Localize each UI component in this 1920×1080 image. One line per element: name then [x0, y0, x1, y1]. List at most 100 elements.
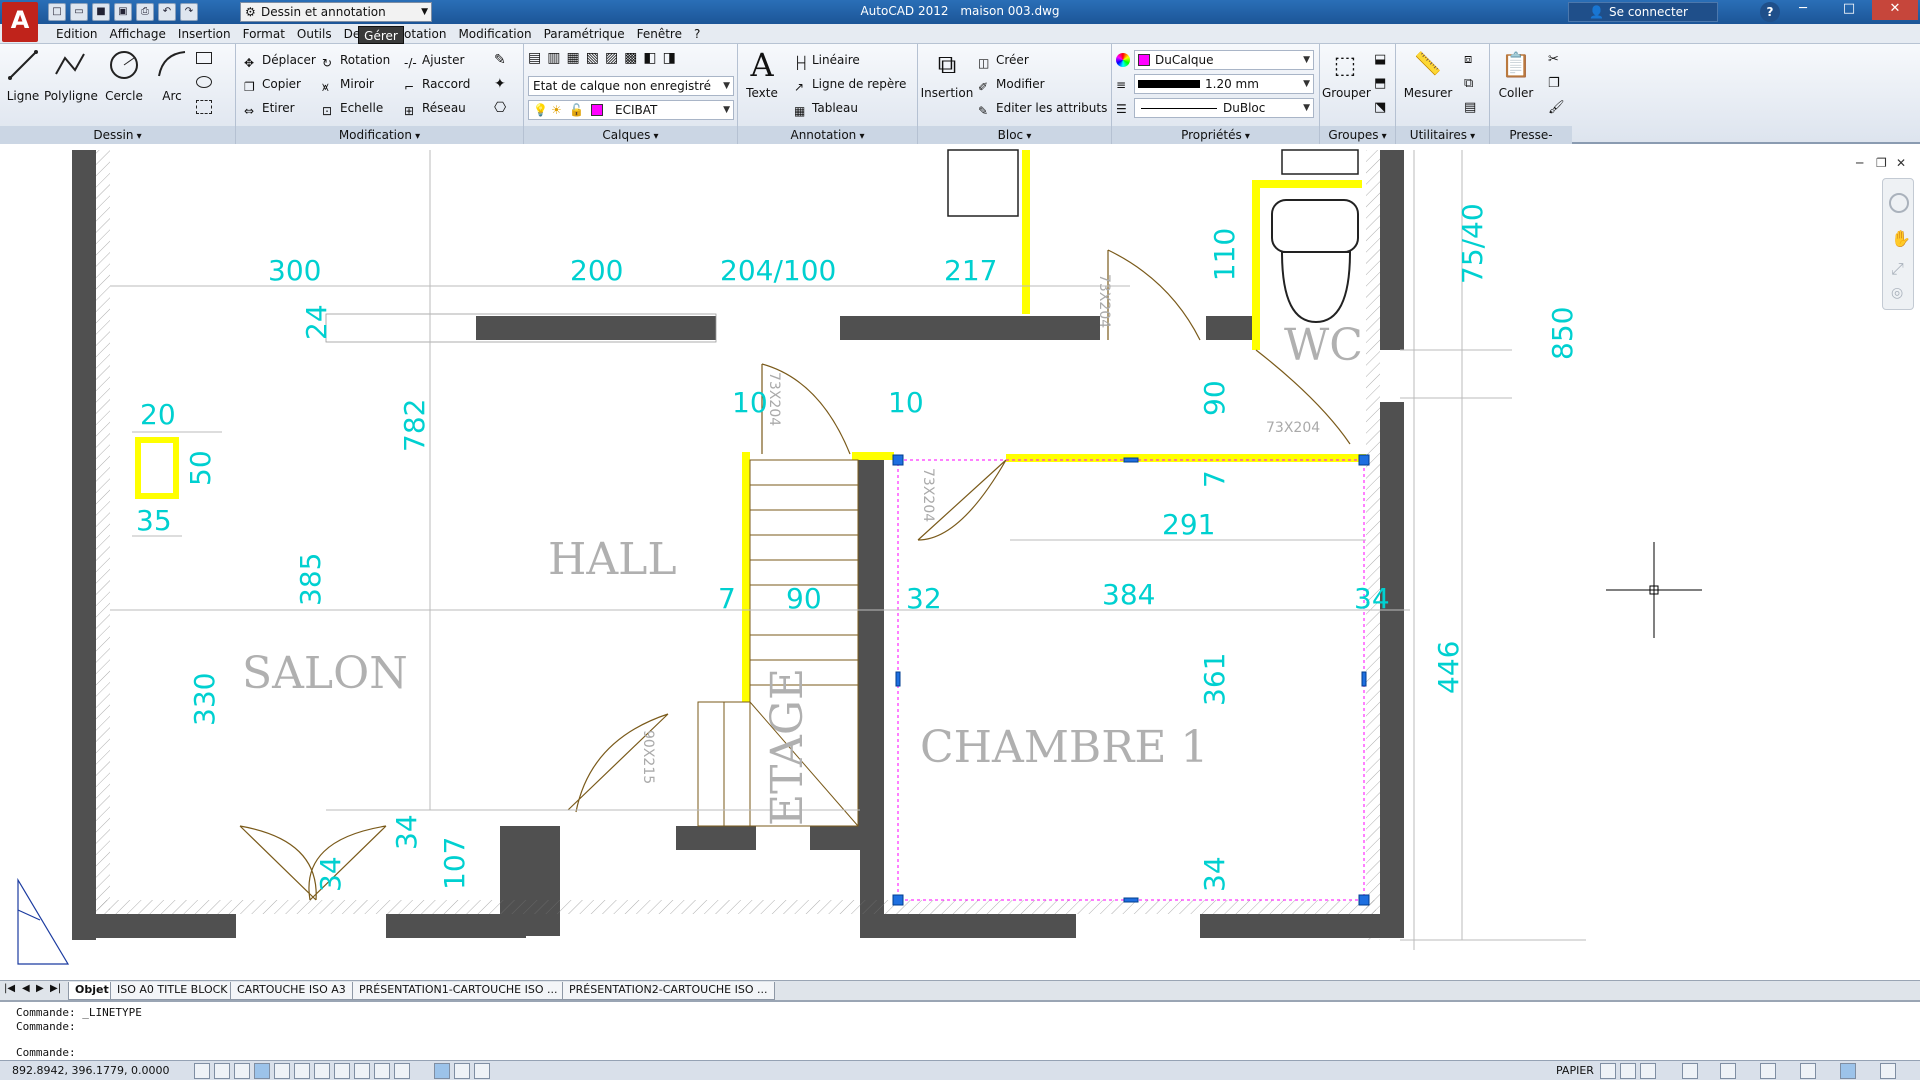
door-arc-2[interactable]	[1107, 249, 1201, 341]
quick-properties-toggle[interactable]	[454, 1063, 470, 1079]
dyn-toggle[interactable]	[374, 1063, 390, 1079]
match-properties-icon[interactable]: 🖌	[1548, 100, 1565, 115]
ducs-toggle[interactable]	[354, 1063, 370, 1079]
create-block-button[interactable]: ◫ Créer	[978, 50, 1029, 70]
tab-nav-first[interactable]: |◀	[4, 983, 15, 994]
grid-toggle[interactable]	[234, 1063, 250, 1079]
menu-parametrique[interactable]: Paramétrique	[538, 26, 631, 42]
sign-in-button[interactable]: 👤 Se connecter	[1568, 2, 1718, 22]
color-dropdown[interactable]: DuCalque	[1134, 50, 1314, 70]
polyline-button[interactable]: Polyligne	[44, 48, 98, 103]
text-button[interactable]: A Texte	[742, 48, 782, 100]
lineweight-dropdown[interactable]: 1.20 mm	[1134, 74, 1314, 94]
tab-nav-last[interactable]: ▶|	[50, 983, 61, 994]
menu-modification[interactable]: Modification	[452, 26, 537, 42]
linetype-dropdown[interactable]: DuBloc	[1134, 98, 1314, 118]
wall-stair[interactable]	[858, 458, 884, 838]
partition-1[interactable]	[476, 316, 716, 340]
menu-edition[interactable]: Edition	[50, 26, 104, 42]
ortho-toggle[interactable]	[254, 1063, 270, 1079]
wc-bowl[interactable]	[1280, 251, 1352, 324]
model-paper-space[interactable]: PAPIER	[1556, 1064, 1594, 1077]
group-edit-icon[interactable]: ⬒	[1374, 76, 1386, 91]
region-icon[interactable]	[196, 100, 212, 114]
selection-cycling-toggle[interactable]	[474, 1063, 490, 1079]
infer-constraints-toggle[interactable]	[194, 1063, 210, 1079]
wall-bottom-7[interactable]	[860, 914, 1076, 938]
panel-dessin-label[interactable]: Dessin	[0, 126, 235, 144]
group-button[interactable]: ⬚ Grouper	[1322, 48, 1371, 100]
orbit-icon[interactable]: ◎	[1891, 285, 1903, 301]
tab-objet[interactable]: Objet	[68, 982, 116, 1000]
wall-bottom-3[interactable]	[500, 826, 560, 936]
menu-format[interactable]: Format	[237, 26, 291, 42]
calculator-icon[interactable]: ▤	[1464, 100, 1476, 115]
rectangle-icon[interactable]	[196, 52, 212, 64]
3d-osnap-toggle[interactable]	[314, 1063, 330, 1079]
layer-dropdown[interactable]: 💡 ☀ 🔓 ECIBAT	[528, 100, 734, 120]
snap-toggle[interactable]	[214, 1063, 230, 1079]
layer-match-icon[interactable]: ◧	[643, 50, 656, 66]
panel-groupes-label[interactable]: Groupes	[1320, 126, 1395, 144]
layer-state-dropdown[interactable]: Etat de calque non enregistré	[528, 76, 734, 96]
command-window[interactable]: Commande: _LINETYPE Commande: Commande:	[0, 1000, 1920, 1060]
clipboard-copy-icon[interactable]: ❐	[1548, 76, 1560, 91]
hatch-icon[interactable]	[196, 76, 212, 88]
edit-attributes-button[interactable]: ✎ Editer les attributs	[978, 98, 1107, 118]
tab-cartouche-a3[interactable]: CARTOUCHE ISO A3	[230, 982, 353, 1000]
selected-wall-2[interactable]	[1252, 180, 1260, 350]
ungroup-icon[interactable]: ⬓	[1374, 52, 1386, 67]
layer-off-icon[interactable]: ▨	[605, 50, 618, 66]
clean-screen-button[interactable]	[1880, 1063, 1896, 1079]
select-all-icon[interactable]: ⧉	[1464, 76, 1473, 91]
transparency-toggle[interactable]	[434, 1063, 450, 1079]
layer-properties-icon[interactable]: ▤	[528, 50, 541, 66]
erase-icon[interactable]: ✎	[494, 52, 506, 68]
panel-calques-label[interactable]: Calques	[524, 126, 737, 144]
selected-wall-5[interactable]	[742, 452, 750, 702]
layer-freeze-icon[interactable]: ▧	[586, 50, 599, 66]
help-button[interactable]: ?	[1760, 2, 1780, 22]
pan-status-button[interactable]	[1640, 1063, 1656, 1079]
steering-wheel-icon[interactable]	[1889, 193, 1909, 213]
wall-left[interactable]	[72, 150, 96, 940]
application-menu-logo[interactable]: A	[2, 2, 38, 42]
lineweight-toggle[interactable]	[394, 1063, 410, 1079]
minimize-button[interactable]: ─	[1780, 0, 1826, 20]
tab-iso-a0[interactable]: ISO A0 TITLE BLOCK	[110, 982, 235, 1000]
cut-icon[interactable]: ✂	[1548, 52, 1559, 67]
menu-help[interactable]: ?	[688, 26, 706, 42]
quick-view-drawings[interactable]	[1620, 1063, 1636, 1079]
tab-nav-next[interactable]: ▶	[36, 983, 44, 994]
partition-2[interactable]	[840, 316, 1100, 340]
hardware-accel-button[interactable]	[1840, 1063, 1856, 1079]
maximize-button[interactable]: □	[1826, 0, 1872, 20]
zoom-icon[interactable]: ⤢	[1891, 259, 1904, 279]
otrack-toggle[interactable]	[334, 1063, 350, 1079]
quick-select-icon[interactable]: ⧈	[1464, 52, 1472, 67]
explode-icon[interactable]: ✦	[494, 76, 506, 92]
paste-button[interactable]: 📋 Coller	[1494, 48, 1538, 100]
menu-insertion[interactable]: Insertion	[172, 26, 237, 42]
lock-ui-button[interactable]	[1800, 1063, 1816, 1079]
panel-annotation-label[interactable]: Annotation	[738, 126, 917, 144]
layer-isolate-icon[interactable]: ▦	[566, 50, 579, 66]
scale-button[interactable]: ⊡ Echelle	[322, 98, 383, 118]
fixture-top-right[interactable]	[1281, 149, 1359, 175]
edit-block-button[interactable]: ✐ Modifier	[978, 74, 1045, 94]
array-button[interactable]: ⊞ Réseau	[404, 98, 466, 118]
layer-lock-icon[interactable]: ▩	[624, 50, 637, 66]
door-arc-6[interactable]	[239, 825, 387, 901]
arc-button[interactable]: Arc	[154, 48, 190, 103]
wall-right-lower[interactable]	[1380, 402, 1404, 938]
linear-dim-button[interactable]: ├┤ Linéaire	[794, 50, 860, 70]
panel-presse-papiers-label[interactable]: Presse-papiers	[1490, 126, 1572, 160]
selection-grips[interactable]	[892, 454, 1370, 906]
viewport-minimize[interactable]: ─	[1856, 156, 1863, 170]
drawing-canvas[interactable]: SALON HALL WC CHAMBRE 1 ETAGE 300 200 20…	[0, 146, 1920, 980]
wc-fixture[interactable]	[1271, 199, 1359, 253]
annotation-scale-button[interactable]	[1720, 1063, 1736, 1079]
table-button[interactable]: ▦ Tableau	[794, 98, 858, 118]
layer-state-icon[interactable]: ▥	[547, 50, 560, 66]
tab-presentation2[interactable]: PRÉSENTATION2-CARTOUCHE ISO ...	[562, 982, 775, 1000]
